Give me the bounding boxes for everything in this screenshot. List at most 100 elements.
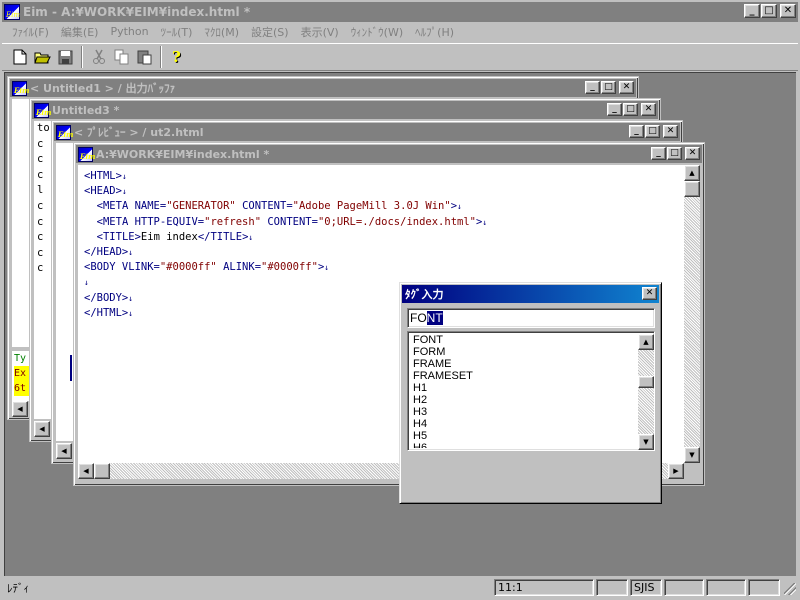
- eim-doc-icon: Eim: [12, 80, 29, 96]
- code-line: <HTML>↓: [84, 170, 127, 182]
- tag-option-h6[interactable]: H6: [410, 442, 638, 448]
- window-title: < ﾌﾟﾚﾋﾞｭｰ > / ut2.html: [74, 126, 204, 139]
- scroll-down-button[interactable]: ▼: [684, 447, 700, 463]
- eim-doc-icon: Eim: [78, 146, 95, 162]
- eim-doc-icon: Eim: [56, 124, 73, 140]
- dialog-title: ﾀｸﾞ入力: [405, 288, 444, 301]
- eim-app-icon[interactable]: Eim: [4, 4, 20, 20]
- window-title: A:¥WORK¥EIM¥index.html *: [96, 147, 270, 161]
- tag-input-completion: NT: [426, 311, 443, 325]
- tag-option-frameset[interactable]: FRAMESET: [410, 370, 638, 382]
- maximize-button[interactable]: □: [645, 125, 660, 138]
- close-button[interactable]: ✕: [780, 4, 796, 18]
- tag-input-dialog[interactable]: ﾀｸﾞ入力 ✕ FO NT FONT FORM FRAME FRAMESET H1…: [399, 282, 662, 504]
- dialog-close-button[interactable]: ✕: [642, 287, 657, 300]
- app-title-bar[interactable]: Eim Eim - A:¥WORK¥EIM¥index.html * _ □ ✕: [2, 2, 798, 22]
- scroll-thumb[interactable]: [94, 463, 110, 479]
- tag-input-typed: FO: [410, 311, 427, 325]
- copy-icon[interactable]: [110, 46, 133, 68]
- scroll-thumb[interactable]: [684, 181, 700, 197]
- tag-option-frame[interactable]: FRAME: [410, 358, 638, 370]
- tag-option-h2[interactable]: H2: [410, 394, 638, 406]
- code-line: <META NAME="GENERATOR" CONTENT="Adobe Pa…: [96, 200, 462, 213]
- status-mode: ﾚﾃﾞｨ: [7, 581, 29, 595]
- toolbar: ??: [2, 43, 798, 71]
- toolbar-separator: [81, 46, 83, 68]
- minimize-button[interactable]: _: [744, 4, 760, 18]
- scroll-left-button[interactable]: ◀: [12, 401, 28, 417]
- status-blank-3: [706, 579, 746, 596]
- code-line: <HEAD>↓: [84, 185, 127, 198]
- maximize-button[interactable]: □: [667, 147, 682, 160]
- menu-bar: ﾌｧｲﾙ(F) 編集(E) Python ﾂｰﾙ(T) ﾏｸﾛ(M) 設定(S)…: [2, 22, 798, 41]
- maximize-button[interactable]: □: [761, 4, 777, 18]
- window-title-bar[interactable]: Eim A:¥WORK¥EIM¥index.html * _ □ ✕: [76, 145, 702, 163]
- cut-icon[interactable]: [87, 46, 110, 68]
- scroll-left-button[interactable]: ◀: [56, 443, 72, 459]
- tag-option-h1[interactable]: H1: [410, 382, 638, 394]
- svg-text:?: ?: [172, 49, 181, 66]
- open-folder-icon[interactable]: [31, 46, 54, 68]
- minimize-button[interactable]: _: [585, 81, 600, 94]
- maximize-button[interactable]: □: [601, 81, 616, 94]
- code-line: </HEAD>↓: [84, 245, 134, 258]
- tag-option-h3[interactable]: H3: [410, 406, 638, 418]
- vertical-scrollbar[interactable]: ▲ ▼: [684, 165, 700, 463]
- menu-edit[interactable]: 編集(E): [55, 24, 105, 40]
- maximize-button[interactable]: □: [623, 103, 638, 116]
- app-title: Eim - A:¥WORK¥EIM¥index.html *: [23, 5, 251, 19]
- menu-python[interactable]: Python: [104, 25, 154, 38]
- close-button[interactable]: ✕: [663, 125, 678, 138]
- tag-list-scrollbar[interactable]: ▲ ▼: [638, 334, 654, 450]
- scroll-down-button[interactable]: ▼: [638, 434, 654, 450]
- dialog-title-bar[interactable]: ﾀｸﾞ入力 ✕: [402, 285, 659, 303]
- menu-help[interactable]: ﾍﾙﾌﾟ(H): [409, 24, 460, 40]
- code-line: <META HTTP-EQUIV="refresh" CONTENT="0;UR…: [96, 215, 488, 228]
- tag-option-form[interactable]: FORM: [410, 346, 638, 358]
- cursor-position: 11:1: [494, 579, 594, 596]
- scroll-left-button[interactable]: ◀: [78, 463, 94, 479]
- tag-option-font[interactable]: FONT: [410, 334, 638, 346]
- code-line: <BODY VLINK="#0000ff" ALINK="#0000ff">↓: [84, 261, 330, 274]
- menu-macro[interactable]: ﾏｸﾛ(M): [198, 24, 245, 40]
- code-line: <TITLE>Eim index</TITLE>↓: [96, 230, 254, 243]
- status-bar: ﾚﾃﾞｨ 11:1 SJIS: [2, 577, 798, 598]
- close-button[interactable]: ✕: [641, 103, 656, 116]
- toolbar-separator: [160, 46, 162, 68]
- menu-view[interactable]: 表示(V): [295, 24, 345, 40]
- eim-doc-icon: Eim: [34, 102, 51, 118]
- minimize-button[interactable]: _: [607, 103, 622, 116]
- tag-name-input[interactable]: FO NT: [407, 308, 655, 328]
- tag-option-h4[interactable]: H4: [410, 418, 638, 430]
- scroll-left-button[interactable]: ◀: [34, 421, 50, 437]
- paste-icon[interactable]: [133, 46, 156, 68]
- close-button[interactable]: ✕: [685, 147, 700, 160]
- new-file-icon[interactable]: [8, 46, 31, 68]
- window-title-bar[interactable]: Eim < Untitled1 > / 出力ﾊﾞｯﾌｧ _ □ ✕: [10, 79, 636, 97]
- menu-tools[interactable]: ﾂｰﾙ(T): [155, 24, 199, 40]
- window-title-bar[interactable]: Eim Untitled3 * _ □ ✕: [32, 101, 658, 119]
- text-caret: [70, 355, 72, 381]
- tag-option-h5[interactable]: H5: [410, 430, 638, 442]
- status-blank-4: [748, 579, 780, 596]
- status-blank-1: [596, 579, 628, 596]
- menu-window[interactable]: ｳｨﾝﾄﾞｳ(W): [345, 24, 409, 40]
- resize-grip[interactable]: [784, 583, 796, 595]
- window-title: Untitled3 *: [52, 103, 120, 117]
- tag-list[interactable]: FONT FORM FRAME FRAMESET H1 H2 H3 H4 H5 …: [407, 331, 655, 451]
- minimize-button[interactable]: _: [629, 125, 644, 138]
- encoding-indicator: SJIS: [630, 579, 662, 596]
- menu-settings[interactable]: 設定(S): [245, 24, 295, 40]
- menu-file[interactable]: ﾌｧｲﾙ(F): [6, 24, 55, 40]
- scroll-right-button[interactable]: ▶: [668, 463, 684, 479]
- save-disk-icon[interactable]: [54, 46, 77, 68]
- scroll-up-button[interactable]: ▲: [638, 334, 654, 350]
- window-title: < Untitled1 > / 出力ﾊﾞｯﾌｧ: [30, 82, 176, 95]
- close-button[interactable]: ✕: [619, 81, 634, 94]
- scroll-up-button[interactable]: ▲: [684, 165, 700, 181]
- scroll-thumb[interactable]: [638, 376, 654, 388]
- help-icon[interactable]: ??: [166, 46, 189, 68]
- window-title-bar[interactable]: Eim < ﾌﾟﾚﾋﾞｭｰ > / ut2.html _ □ ✕: [54, 123, 680, 141]
- status-blank-2: [664, 579, 704, 596]
- minimize-button[interactable]: _: [651, 147, 666, 160]
